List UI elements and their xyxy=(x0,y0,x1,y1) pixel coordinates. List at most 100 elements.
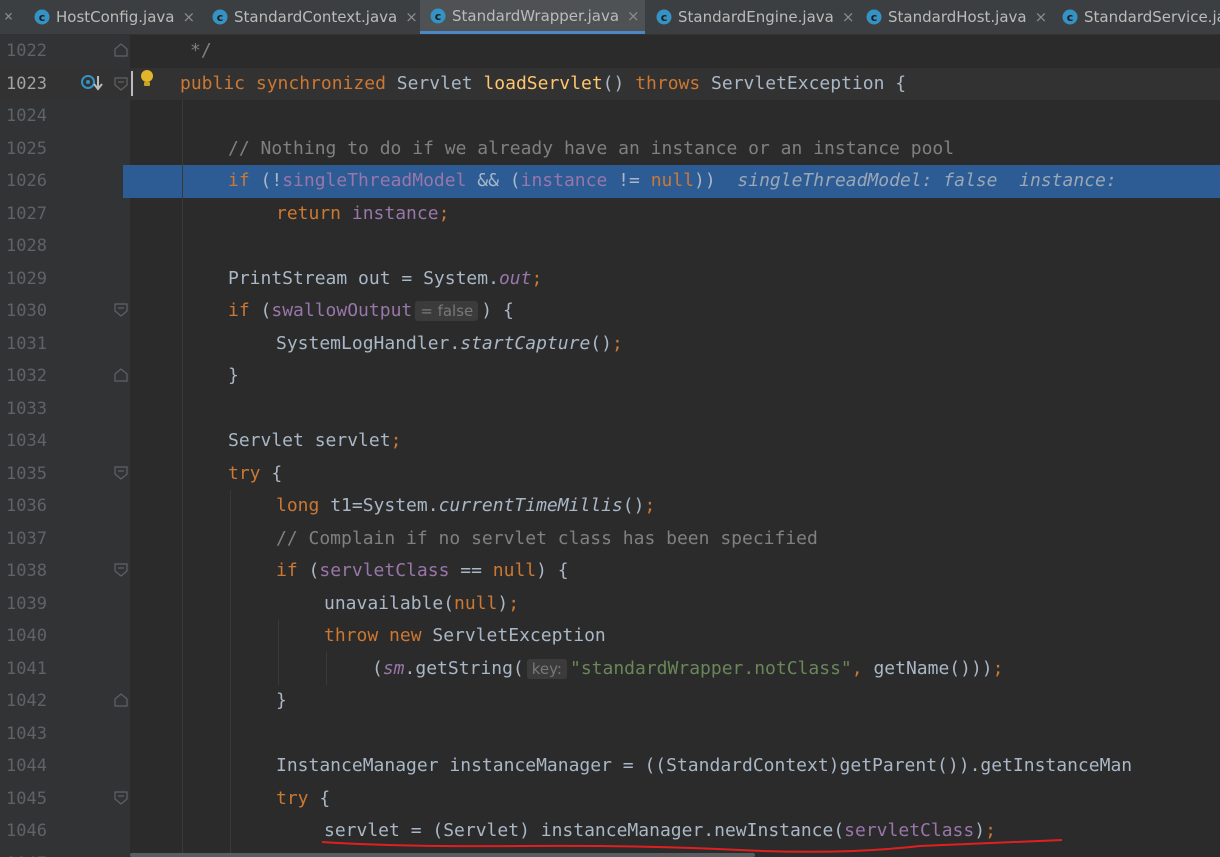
code-token: ; xyxy=(531,267,543,289)
code-token: { xyxy=(319,787,331,809)
svg-text:c: c xyxy=(217,11,224,24)
fold-end-icon[interactable] xyxy=(114,368,128,382)
code-line[interactable]: 1028 xyxy=(0,230,1220,263)
code-token: sm xyxy=(382,657,405,679)
code-line[interactable]: 1031 SystemLogHandler.startCapture(); xyxy=(0,328,1220,361)
code-token: */ xyxy=(190,40,212,61)
code-line[interactable]: 1030 if (swallowOutput = false) { xyxy=(0,295,1220,328)
code-text: } xyxy=(276,685,287,718)
line-number: 1036 xyxy=(6,496,47,516)
fold-end-icon[interactable] xyxy=(114,693,128,707)
line-number: 1030 xyxy=(6,301,47,321)
code-token: instance xyxy=(351,202,439,224)
code-line[interactable]: 1044 InstanceManager instanceManager = (… xyxy=(0,750,1220,783)
lightbulb-icon[interactable] xyxy=(140,69,154,89)
code-token: { xyxy=(271,462,283,484)
override-method-icon[interactable] xyxy=(80,73,104,93)
code-token: try xyxy=(276,787,320,809)
code-token: .getString( xyxy=(404,657,524,679)
tab-standardhost[interactable]: c StandardHost.java × xyxy=(866,0,1056,34)
code-line[interactable]: 1024 xyxy=(0,100,1220,133)
code-line[interactable]: 1029 PrintStream out = System.out; xyxy=(0,263,1220,296)
close-icon[interactable]: × xyxy=(405,8,418,26)
code-token: synchronized xyxy=(255,72,397,94)
svg-text:c: c xyxy=(661,11,668,24)
parameter-hint: = false xyxy=(415,301,479,321)
code-line[interactable]: 1035 try { xyxy=(0,458,1220,491)
code-token: () xyxy=(622,495,645,516)
code-text: try { xyxy=(228,458,282,491)
code-token: != xyxy=(607,170,651,191)
tab-standardcontext[interactable]: c StandardContext.java × xyxy=(212,0,418,34)
code-token: ; xyxy=(438,202,450,224)
line-number: 1029 xyxy=(6,268,47,289)
code-token: , xyxy=(851,657,874,679)
code-text: SystemLogHandler.startCapture(); xyxy=(276,328,623,361)
fold-end-icon[interactable] xyxy=(114,43,128,57)
code-token: ) { xyxy=(536,560,569,581)
line-number: 1024 xyxy=(6,106,47,126)
code-token: ServletException xyxy=(432,625,606,646)
code-token: instance xyxy=(520,170,608,191)
code-token: SystemLogHandler. xyxy=(276,332,461,354)
code-line[interactable]: 1025 // Nothing to do if we already have… xyxy=(0,133,1220,166)
code-line[interactable]: 1042 } xyxy=(0,685,1220,718)
fold-start-icon[interactable] xyxy=(114,466,128,480)
code-token: ) { xyxy=(481,300,514,321)
tab-standardservice[interactable]: c StandardService.java xyxy=(1062,0,1220,34)
code-line[interactable]: 1023 public synchronized Servlet loadSer… xyxy=(0,67,1220,100)
line-number: 1046 xyxy=(6,821,47,841)
code-line-breakpoint-current[interactable]: 1026 if (!singleThreadModel && (instance… xyxy=(0,165,1220,198)
code-line[interactable]: 1040 throw new ServletException xyxy=(0,620,1220,653)
code-line[interactable]: 1045 try { xyxy=(0,783,1220,816)
code-line[interactable]: 1027 return instance; xyxy=(0,198,1220,231)
code-text: return instance; xyxy=(276,198,449,231)
text-caret xyxy=(131,71,133,96)
code-text: unavailable(null); xyxy=(324,588,519,621)
tab-label: StandardContext.java xyxy=(234,8,398,26)
code-line[interactable]: 1036 long t1=System.currentTimeMillis(); xyxy=(0,490,1220,523)
code-editor[interactable]: 1022 */ 1023 public synchronized Servlet… xyxy=(0,35,1220,857)
line-number: 1032 xyxy=(6,366,47,386)
tab-standardengine[interactable]: c StandardEngine.java × xyxy=(656,0,856,34)
line-number: 1047 xyxy=(6,848,47,857)
code-line[interactable]: 1043 xyxy=(0,718,1220,751)
fold-start-icon[interactable] xyxy=(114,303,128,317)
close-icon[interactable]: × xyxy=(627,7,640,25)
horizontal-scrollbar[interactable] xyxy=(130,853,755,857)
code-token: getName())) xyxy=(873,657,993,679)
indent-guide xyxy=(326,652,327,685)
code-line[interactable]: 1041 (sm.getString(key: "standardWrapper.… xyxy=(0,653,1220,686)
line-number: 1045 xyxy=(6,788,47,809)
code-text: // Complain if no servlet class has been… xyxy=(276,523,818,556)
code-line[interactable]: 1033 xyxy=(0,393,1220,426)
fold-start-icon[interactable] xyxy=(114,791,128,805)
code-line[interactable]: 1037 // Complain if no servlet class has… xyxy=(0,523,1220,556)
code-text: if (!singleThreadModel && (instance != n… xyxy=(228,165,1128,198)
code-text: PrintStream out = System.out; xyxy=(228,263,542,296)
code-line[interactable]: 1034 Servlet servlet; xyxy=(0,425,1220,458)
svg-text:c: c xyxy=(1067,11,1074,24)
code-line[interactable]: 1039 unavailable(null); xyxy=(0,588,1220,621)
line-number: 1035 xyxy=(6,463,47,484)
fold-start-icon[interactable] xyxy=(114,563,128,577)
code-line[interactable]: 1032 } xyxy=(0,360,1220,393)
fold-start-icon[interactable] xyxy=(114,77,128,91)
close-icon[interactable]: × xyxy=(4,7,13,25)
close-icon[interactable]: × xyxy=(182,8,195,26)
code-token: throw new xyxy=(324,625,433,646)
code-token: () xyxy=(602,72,636,94)
code-line[interactable]: 1038 if (servletClass == null) { xyxy=(0,555,1220,588)
code-token: startCapture xyxy=(460,332,591,354)
line-number: 1033 xyxy=(6,398,47,419)
code-text: (sm.getString(key: "standardWrapper.notCl… xyxy=(372,653,1004,686)
code-token: null xyxy=(454,592,498,614)
code-text: if (swallowOutput = false) { xyxy=(228,295,514,328)
code-text: // Nothing to do if we already have an i… xyxy=(228,133,954,166)
tab-standardwrapper[interactable]: c StandardWrapper.java × xyxy=(420,0,645,34)
tab-hostconfig[interactable]: c HostConfig.java × xyxy=(34,0,206,34)
close-icon[interactable]: × xyxy=(1035,8,1048,26)
code-line[interactable]: 1022 */ xyxy=(0,35,1220,68)
code-token: ; xyxy=(992,657,1004,679)
close-icon[interactable]: × xyxy=(842,8,855,26)
